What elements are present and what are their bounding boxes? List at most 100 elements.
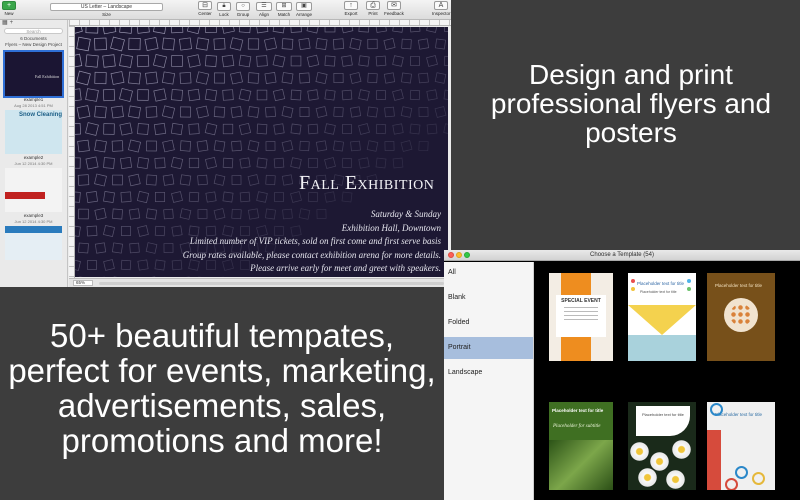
pattern-square <box>383 72 396 84</box>
template-daisies[interactable]: Placeholder text for title <box>628 402 696 490</box>
pattern-square <box>196 140 209 152</box>
pattern-square <box>256 89 268 101</box>
center-button[interactable]: ⊟ Center <box>197 1 213 16</box>
pattern-square <box>94 105 107 119</box>
export-icon: ↑ <box>344 1 358 10</box>
pattern-square <box>163 243 174 253</box>
template-brown-medallion[interactable]: Placeholder text for title <box>707 273 775 361</box>
pattern-square <box>342 124 352 134</box>
print-button[interactable]: ⎙ Print <box>366 1 380 16</box>
pattern-square <box>197 174 208 186</box>
flyer-date-line[interactable]: Saturday & Sunday <box>371 209 441 219</box>
pattern-square <box>75 53 83 69</box>
category-portrait[interactable]: Portrait <box>444 337 533 359</box>
document-thumbnail-example4[interactable] <box>5 226 62 260</box>
document-thumbnail-example3[interactable] <box>5 168 62 212</box>
pattern-square <box>78 208 89 220</box>
pattern-square <box>103 123 115 135</box>
pattern-square <box>85 54 99 68</box>
template-circles[interactable]: Placeholder text for title <box>707 402 775 490</box>
pattern-square <box>350 140 361 152</box>
flyer-tickets-line[interactable]: Limited number of VIP tickets, sold on f… <box>190 236 441 246</box>
pattern-square <box>392 89 404 101</box>
pattern-square <box>188 259 200 271</box>
pattern-square <box>76 70 91 86</box>
category-all[interactable]: All <box>444 262 533 284</box>
template-green-leaves[interactable]: Placeholder text for title Placeholder f… <box>549 402 613 490</box>
template-red-bar <box>707 430 721 490</box>
pattern-square <box>75 225 81 237</box>
pattern-square <box>179 208 192 220</box>
new-label: New <box>4 11 14 16</box>
lock-button[interactable]: 🔒︎ <box>217 2 231 11</box>
document-thumbnail-example2[interactable]: Snow Cleaning <box>5 110 62 154</box>
template-dot <box>687 279 691 283</box>
pattern-square <box>136 27 150 34</box>
document-thumbnail-example1[interactable]: Fall Exhibition <box>3 50 64 98</box>
pattern-square <box>154 225 166 237</box>
pattern-square <box>417 38 430 50</box>
pattern-square <box>256 55 268 67</box>
pattern-square <box>238 54 252 68</box>
feedback-icon: ✉ <box>387 1 401 10</box>
pattern-square <box>299 140 310 152</box>
group-button[interactable]: ○ <box>236 2 250 11</box>
category-blank[interactable]: Blank <box>444 287 533 309</box>
pattern-square <box>112 208 123 220</box>
feedback-button[interactable]: ✉ Feedback <box>384 1 404 16</box>
pattern-square <box>129 242 140 254</box>
align-button[interactable]: ☰ <box>256 2 272 11</box>
flyer-arrival-line[interactable]: Please arrive early for meet and greet w… <box>250 263 441 273</box>
pattern-square <box>409 89 421 101</box>
template-leaf-photo <box>549 440 613 490</box>
flyer-canvas[interactable]: Fall Exhibition Saturday & Sunday Exhibi… <box>75 27 448 277</box>
flyer-title[interactable]: Fall Exhibition <box>299 172 434 195</box>
template-triangle[interactable]: Placeholder text for title Placeholder t… <box>628 273 696 361</box>
headline-templates: 50+ beautiful tempates, perfect for even… <box>8 317 436 459</box>
page-size-select[interactable]: US Letter – Landscape <box>50 3 163 11</box>
pattern-square <box>443 123 448 135</box>
pattern-square <box>229 37 244 51</box>
pattern-square <box>272 88 286 102</box>
pattern-square <box>170 156 184 170</box>
pattern-square <box>265 141 276 151</box>
pattern-square <box>247 38 260 50</box>
grid-view-icon[interactable]: ▦ <box>2 20 8 27</box>
export-button[interactable]: ↑ Export <box>344 1 358 16</box>
pattern-square <box>230 106 243 118</box>
pattern-square <box>366 140 379 152</box>
pattern-square <box>128 105 141 119</box>
pattern-square <box>119 156 133 170</box>
pattern-square <box>418 107 429 117</box>
pattern-square <box>161 105 176 119</box>
category-landscape[interactable]: Landscape <box>444 362 533 384</box>
close-window-button[interactable] <box>448 252 454 258</box>
pattern-square <box>290 55 302 67</box>
new-button[interactable]: + New <box>2 1 16 16</box>
pattern-square <box>410 56 420 66</box>
flyer-group-rates-line[interactable]: Group rates available, please contact ex… <box>183 250 441 260</box>
pattern-square <box>358 89 370 101</box>
sidebar-search-field[interactable]: Search <box>4 28 63 34</box>
chooser-title: Choose a Template (54) <box>590 252 654 258</box>
arrange-button[interactable]: ▣ <box>296 2 312 11</box>
minimize-window-button[interactable] <box>456 252 462 258</box>
inspector-button[interactable]: A Inspector <box>432 1 451 16</box>
pattern-square <box>86 225 98 237</box>
pattern-square <box>230 71 243 85</box>
pattern-square <box>103 225 115 237</box>
category-folded[interactable]: Folded <box>444 312 533 334</box>
pattern-square <box>195 71 210 85</box>
print-label: Print <box>368 11 378 16</box>
pattern-square <box>281 106 294 118</box>
horizontal-scrollbar[interactable] <box>99 282 444 285</box>
pattern-square <box>119 54 133 68</box>
template-band <box>628 335 696 361</box>
add-document-icon[interactable]: + <box>10 20 14 27</box>
flyer-venue-line[interactable]: Exhibition Hall, Downtown <box>342 223 441 233</box>
pattern-square <box>418 140 429 152</box>
match-button[interactable]: ⊞ <box>276 2 292 11</box>
template-special-event[interactable]: SPECIAL EVENT <box>549 273 613 361</box>
zoom-select[interactable]: 65% <box>73 280 93 286</box>
zoom-window-button[interactable] <box>464 252 470 258</box>
